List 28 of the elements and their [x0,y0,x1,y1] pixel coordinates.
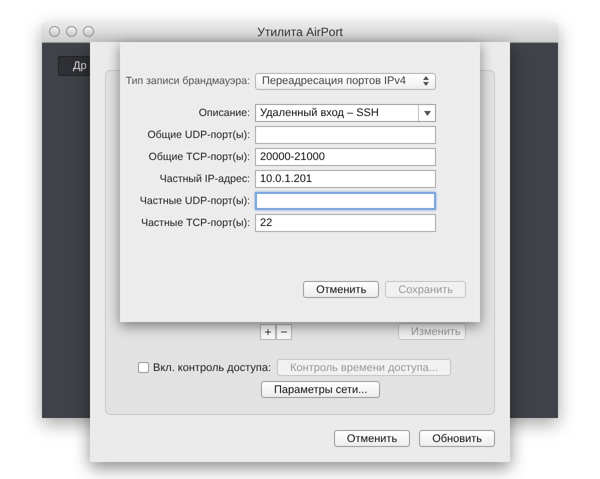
field-label: Описание: [198,107,251,119]
input-field[interactable]: 22 [255,214,436,232]
field-label: Тип записи брандмауэра: [124,75,251,87]
dialog-button[interactable]: Отменить [303,281,380,298]
add-button[interactable]: + [260,324,276,340]
remove-button[interactable]: − [276,324,292,340]
dialog-button[interactable]: Отменить [334,430,410,447]
close-icon[interactable] [49,26,60,37]
field-label: Общие TCP-порт(ы): [148,151,251,163]
checkbox-label: Вкл. контроль доступа: [153,362,271,374]
input-field[interactable] [255,192,436,210]
window-title: Утилита AirPort [257,25,343,39]
entry-type-popup[interactable]: Переадресация портов IPv4 [255,72,436,90]
minimize-icon[interactable] [66,26,77,37]
updown-arrows-icon [423,76,429,86]
input-field[interactable] [255,126,436,144]
checkbox[interactable] [138,362,149,373]
description-combo-box[interactable]: Удаленный вход – SSH [255,104,436,122]
field-label: Частные UDP-порт(ы): [138,195,251,207]
field-label: Частный IP-адрес: [158,173,251,185]
input-field[interactable]: 10.0.1.201 [255,170,436,188]
dialog-button[interactable]: Обновить [419,430,495,447]
input-field[interactable]: 20000-21000 [255,148,436,166]
field-label: Частные TCP-порт(ы): [140,217,251,229]
network-settings-button[interactable]: Параметры сети... [261,381,380,398]
field-label: Общие UDP-порт(ы): [146,129,251,141]
zoom-icon[interactable] [83,26,94,37]
dropdown-arrow-icon [424,110,430,116]
